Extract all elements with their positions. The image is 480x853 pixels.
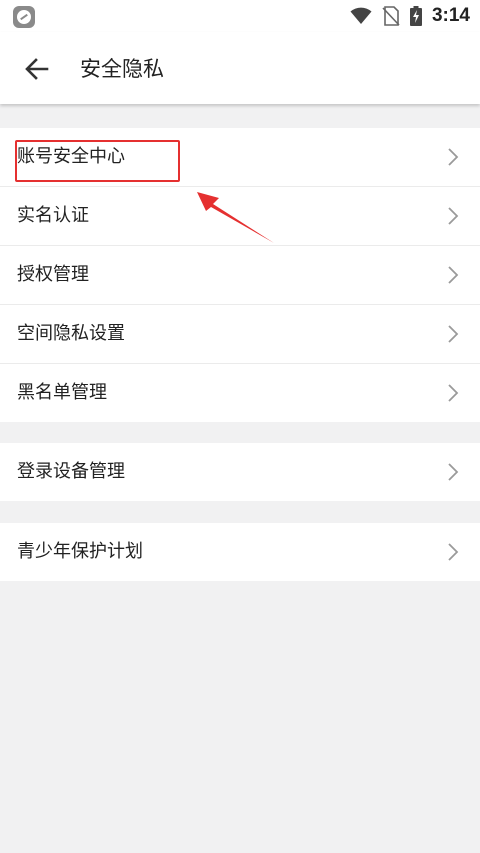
app-bar: 安全隐私	[0, 32, 480, 104]
menu-item-label: 青少年保护计划	[17, 541, 143, 562]
menu-item-label: 实名认证	[17, 205, 89, 226]
app-notification-icon	[13, 6, 35, 28]
chevron-right-icon	[448, 463, 459, 481]
battery-charging-icon	[409, 6, 422, 26]
settings-group-devices: 登录设备管理	[0, 443, 480, 501]
menu-item-label: 空间隐私设置	[17, 323, 125, 344]
menu-item-label: 授权管理	[17, 264, 89, 285]
no-sim-icon	[382, 6, 400, 26]
chevron-right-icon	[448, 325, 459, 343]
menu-item-blacklist-management[interactable]: 黑名单管理	[0, 364, 480, 422]
chevron-right-icon	[448, 148, 459, 166]
menu-item-authorization-management[interactable]: 授权管理	[0, 246, 480, 305]
menu-item-youth-protection-plan[interactable]: 青少年保护计划	[0, 523, 480, 581]
arrow-left-icon	[25, 58, 49, 80]
settings-group-youth: 青少年保护计划	[0, 523, 480, 581]
chevron-right-icon	[448, 384, 459, 402]
menu-item-label: 黑名单管理	[17, 382, 107, 403]
back-button[interactable]	[18, 52, 56, 86]
chevron-right-icon	[448, 266, 459, 284]
menu-item-login-device-management[interactable]: 登录设备管理	[0, 443, 480, 501]
status-time: 3:14	[431, 5, 470, 26]
status-bar: 3:14	[0, 0, 480, 32]
status-icons: 3:14	[350, 5, 470, 27]
page-title: 安全隐私	[80, 57, 164, 81]
chevron-right-icon	[448, 207, 459, 225]
annotation-highlight-box	[15, 140, 180, 182]
menu-item-space-privacy-settings[interactable]: 空间隐私设置	[0, 305, 480, 364]
menu-item-label: 登录设备管理	[17, 461, 125, 482]
chevron-right-icon	[448, 543, 459, 561]
wifi-icon	[350, 7, 372, 24]
annotation-arrow-icon	[197, 192, 274, 243]
